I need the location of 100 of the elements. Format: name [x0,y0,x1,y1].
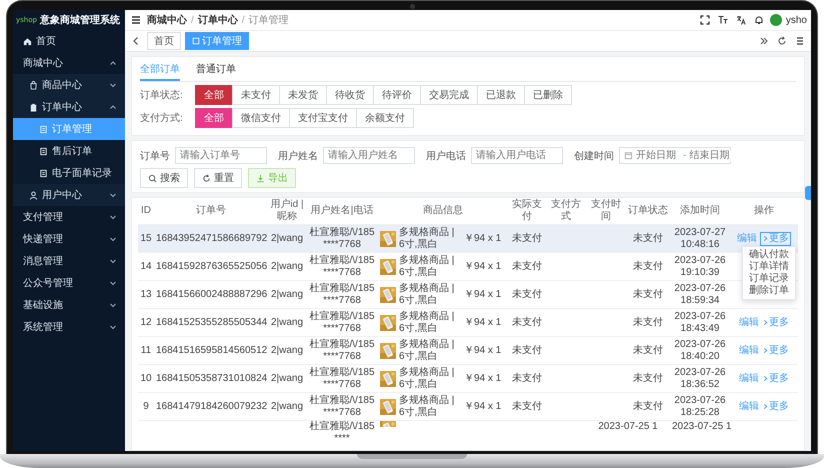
column-header: 用户id | 昵称 [269,199,305,223]
product-name: 多规格商品 | 6寸,黑白 [399,310,456,334]
filter-option[interactable]: 支付宝支付 [289,108,357,128]
sidebar-item[interactable]: 快递管理 [13,228,125,250]
table-cell-text: 杜宣雅聪/\/185****7768 [308,310,376,334]
settings-tab-button[interactable] [805,186,811,200]
price: ￥94 x 1 [464,344,502,356]
filter-option[interactable]: 待收货 [326,85,374,105]
column-header: 支付时间 [590,199,622,223]
font-size-icon[interactable] [718,15,728,25]
document-icon [192,37,200,45]
fullscreen-icon[interactable] [700,15,710,25]
menu-icon[interactable] [795,36,805,46]
action-button[interactable]: 搜索 [140,168,188,188]
breadcrumb-item[interactable]: 商城中心 [147,13,187,27]
sidebar-item[interactable]: 系统管理 [13,316,125,338]
sidebar-item[interactable]: 用户中心 [13,184,125,206]
column-header: 用户姓名|电话 [310,205,374,217]
sidebar-item[interactable]: 订单中心 [13,96,125,118]
table-cell-text: 未支付 [511,372,543,384]
chevron-icon [109,81,117,89]
filter-option[interactable]: 未支付 [232,85,280,105]
bell-icon[interactable] [754,15,764,25]
breadcrumb-separator: / [242,14,245,26]
double-chevron-icon[interactable] [759,36,769,46]
search-field[interactable]: 请输入用户姓名 [323,147,415,164]
table-cell-text: 2023-07-25 1 [671,421,730,433]
document-icon [39,168,48,178]
avatar[interactable] [770,14,782,26]
column-header: 支付方式 [550,199,582,223]
search-field[interactable]: 请输入订单号 [175,147,267,164]
filter-option[interactable]: 微信支付 [232,108,290,128]
filter-label: 支付方式: [140,112,184,125]
table-cell-text: 2023-07-26 18:40:20 [673,338,727,362]
translate-icon[interactable] [736,15,746,25]
filter-option[interactable]: 已退款 [477,85,525,105]
sidebar-item[interactable]: 消息管理 [13,250,125,272]
search-field[interactable]: 请输入用户电话 [471,147,563,164]
sidebar-item[interactable]: 支付管理 [13,206,125,228]
chevron-icon [109,59,117,67]
table-cell-text: 2|wang [270,344,304,356]
sidebar-item[interactable]: 售后订单 [13,140,125,162]
filter-option[interactable]: 全部 [195,85,233,105]
menu-item[interactable]: 订单详情 [743,260,795,272]
camera-icon [410,4,415,9]
price: ￥94 x 1 [464,400,502,412]
user-name[interactable]: ysho [786,14,807,26]
product-name: 多规格商品 | 6寸,黑白 [399,366,456,390]
tab[interactable]: 普通订单 [196,60,236,81]
end-date-field[interactable]: 结束日期 [689,150,734,161]
table-cell-text: 杜宣雅聪/\/185****7768 [308,394,376,418]
sidebar-item[interactable]: 首页 [13,30,125,52]
sidebar-item[interactable]: 商品中心 [13,74,125,96]
filter-option[interactable]: 未发货 [279,85,327,105]
refresh-icon [202,174,211,182]
user-icon [29,190,38,200]
breadcrumb-item[interactable]: 订单中心 [198,13,238,27]
table-cell-text: 未支付 [511,344,543,356]
chevron-icon [762,235,769,242]
chevron-icon [109,213,117,221]
document-icon [39,146,48,156]
chevron-icon [762,375,769,382]
table-cell-text: 未支付 [632,232,664,244]
table-cell-text: 未支付 [511,316,543,328]
field-label: 用户姓名 [278,150,318,162]
date-separator: - [683,150,686,161]
price: ￥94 x 1 [464,288,502,300]
filter-option[interactable]: 已删除 [524,85,572,105]
column-header: 订单号 [195,205,227,217]
table-cell-text: 未支付 [632,288,664,300]
filter-option[interactable]: 余额支付 [356,108,414,128]
table-cell-text: 16841505358731010824 [155,372,268,384]
filter-option[interactable]: 全部 [195,108,233,128]
breadcrumb-item[interactable]: 订单管理 [248,13,289,27]
sidebar-item[interactable]: 商城中心 [13,52,125,74]
chevron-icon [109,257,117,265]
table-cell-text: 14 [139,260,153,272]
table-cell-text: 杜宣雅聪/\/185****7768 [308,366,376,390]
chevron-icon [109,235,117,243]
table-cell-text: 杜宣雅聪/\/185**** [308,421,376,445]
action-button[interactable]: 重置 [194,168,242,188]
menu-item[interactable]: 删除订单 [743,284,795,296]
chevron-icon [762,403,769,410]
table-cell-text: 未支付 [511,400,543,412]
filter-option[interactable]: 交易完成 [420,85,478,105]
filter-option[interactable]: 待评价 [373,85,421,105]
menu-icon[interactable] [131,15,141,25]
chevron-left-icon[interactable] [131,36,141,46]
refresh-icon[interactable] [777,36,787,46]
app-title: 意象商城管理系统 [40,13,120,27]
filter-label: 订单状态: [140,88,184,102]
sidebar-item[interactable]: 公众号管理 [13,272,125,294]
clipboard-icon [29,102,38,112]
sidebar-item[interactable]: 电子面单记录 [13,162,125,184]
table-cell-text: 16841516595814560512 [155,344,268,356]
product-name: 多规格商品 | 6寸,黑白 [399,254,456,278]
home-icon [23,36,32,46]
page-tab[interactable]: 首页 [147,32,181,50]
sidebar-item[interactable]: 基础设施 [13,294,125,316]
table-cell-text: 未支付 [632,316,664,328]
